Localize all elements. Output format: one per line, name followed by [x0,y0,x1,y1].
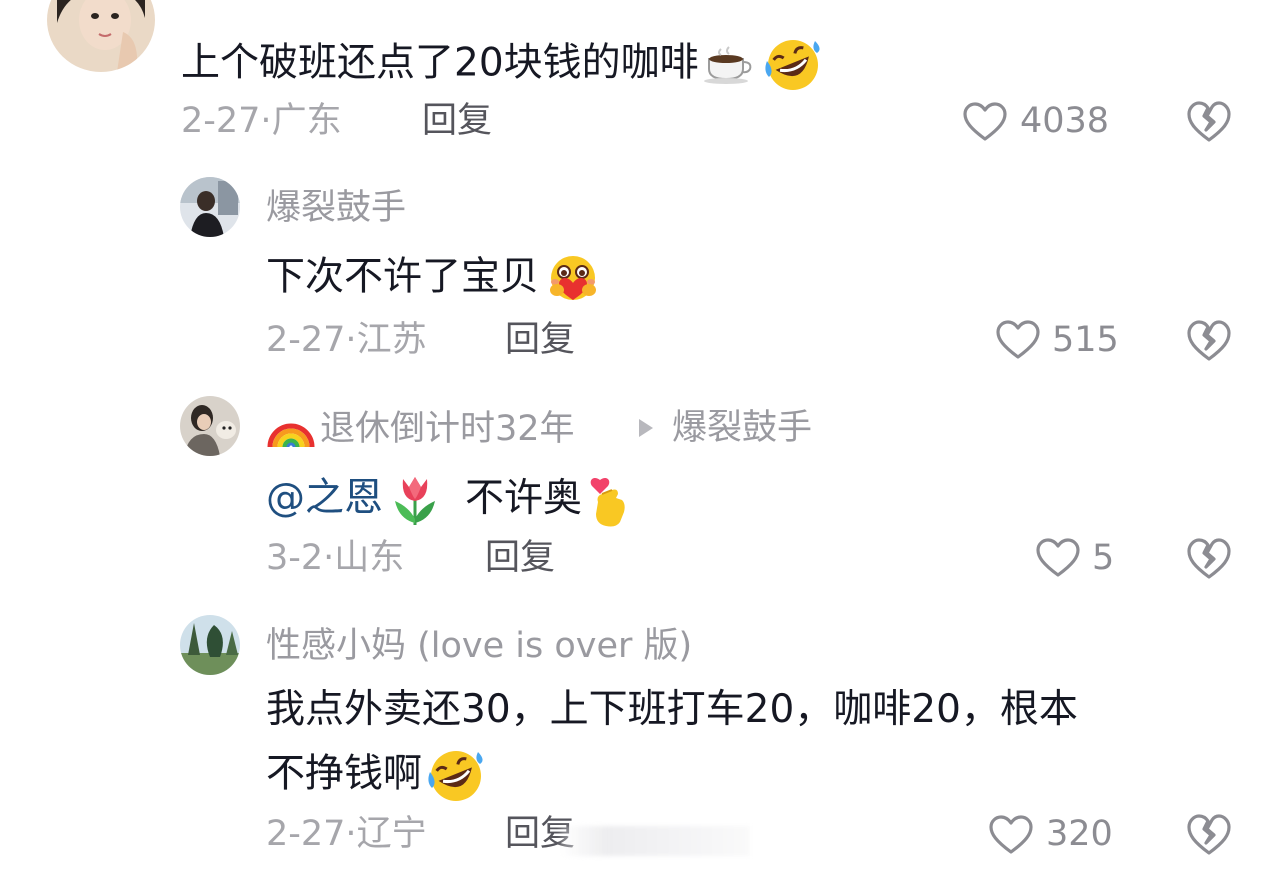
date-label: 3-2· [266,538,335,578]
like-count: 515 [1052,320,1119,360]
username[interactable]: 性感小妈 (love is over 版) [266,629,692,664]
rainbow-emoji-icon [266,411,316,449]
comment-date: 3-2·山东 [266,541,404,576]
reply-to-username[interactable]: 爆裂鼓手 [672,411,812,446]
location-label: 辽宁 [356,814,427,854]
location-label: 山东 [334,538,405,578]
reply-button[interactable]: 回复 [485,541,555,576]
comment-body: 不许奥 [465,475,583,521]
date-label: 2-27· [266,814,357,854]
username-row: 退休倒计时32年 [266,411,575,449]
location-label: 广东 [271,101,342,141]
comment-body: 不挣钱啊 [266,751,423,797]
comment-text: @之恩 不许奥 [266,472,630,528]
comment-text: 上个破班还点了20块钱的咖啡 [181,37,823,93]
location-label: 江苏 [356,320,427,360]
reply-button[interactable]: 回复 [505,323,575,358]
avatar[interactable] [47,0,155,72]
watermark-overlay [560,826,750,856]
dislike-icon[interactable] [1186,100,1232,144]
rofl-emoji-icon [426,748,486,804]
comment-date: 2-27·江苏 [266,323,427,358]
avatar[interactable] [180,177,240,237]
comment-body: 下次不许了宝贝 [266,254,540,300]
heart-icon[interactable] [988,814,1034,856]
comment-text: 下次不许了宝贝 [266,254,603,304]
reply-button[interactable]: 回复 [422,104,492,139]
comment-body: 上个破班还点了20块钱的咖啡 [181,40,699,86]
username[interactable]: 爆裂鼓手 [266,191,406,226]
like-count: 4038 [1020,101,1110,141]
mention-link[interactable]: @之恩 [266,476,383,521]
finger-heart-emoji-icon [586,472,630,528]
dislike-icon[interactable] [1186,537,1232,581]
dislike-icon[interactable] [1186,319,1232,363]
avatar[interactable] [180,615,240,675]
rofl-emoji-icon [763,37,823,93]
avatar[interactable] [180,396,240,456]
like-count: 320 [1046,814,1113,854]
hug-emoji-icon [543,254,603,304]
username[interactable]: 退休倒计时32年 [320,409,575,449]
comment-text-line2: 不挣钱啊 [266,748,486,804]
comment-date: 2-27·广东 [181,104,342,139]
comment-date: 2-27·辽宁 [266,817,427,852]
like-count: 5 [1092,538,1115,578]
heart-icon[interactable] [995,319,1041,361]
comment-text-line1: 我点外卖还30，上下班打车20，咖啡20，根本 [266,687,1078,732]
tulip-emoji-icon [387,473,443,527]
dislike-icon[interactable] [1186,813,1232,857]
date-label: 2-27· [266,320,357,360]
date-label: 2-27· [181,101,272,141]
reply-to-arrow-icon [639,419,653,437]
heart-icon[interactable] [1035,537,1081,579]
heart-icon[interactable] [962,101,1008,143]
coffee-emoji-icon [703,45,759,85]
